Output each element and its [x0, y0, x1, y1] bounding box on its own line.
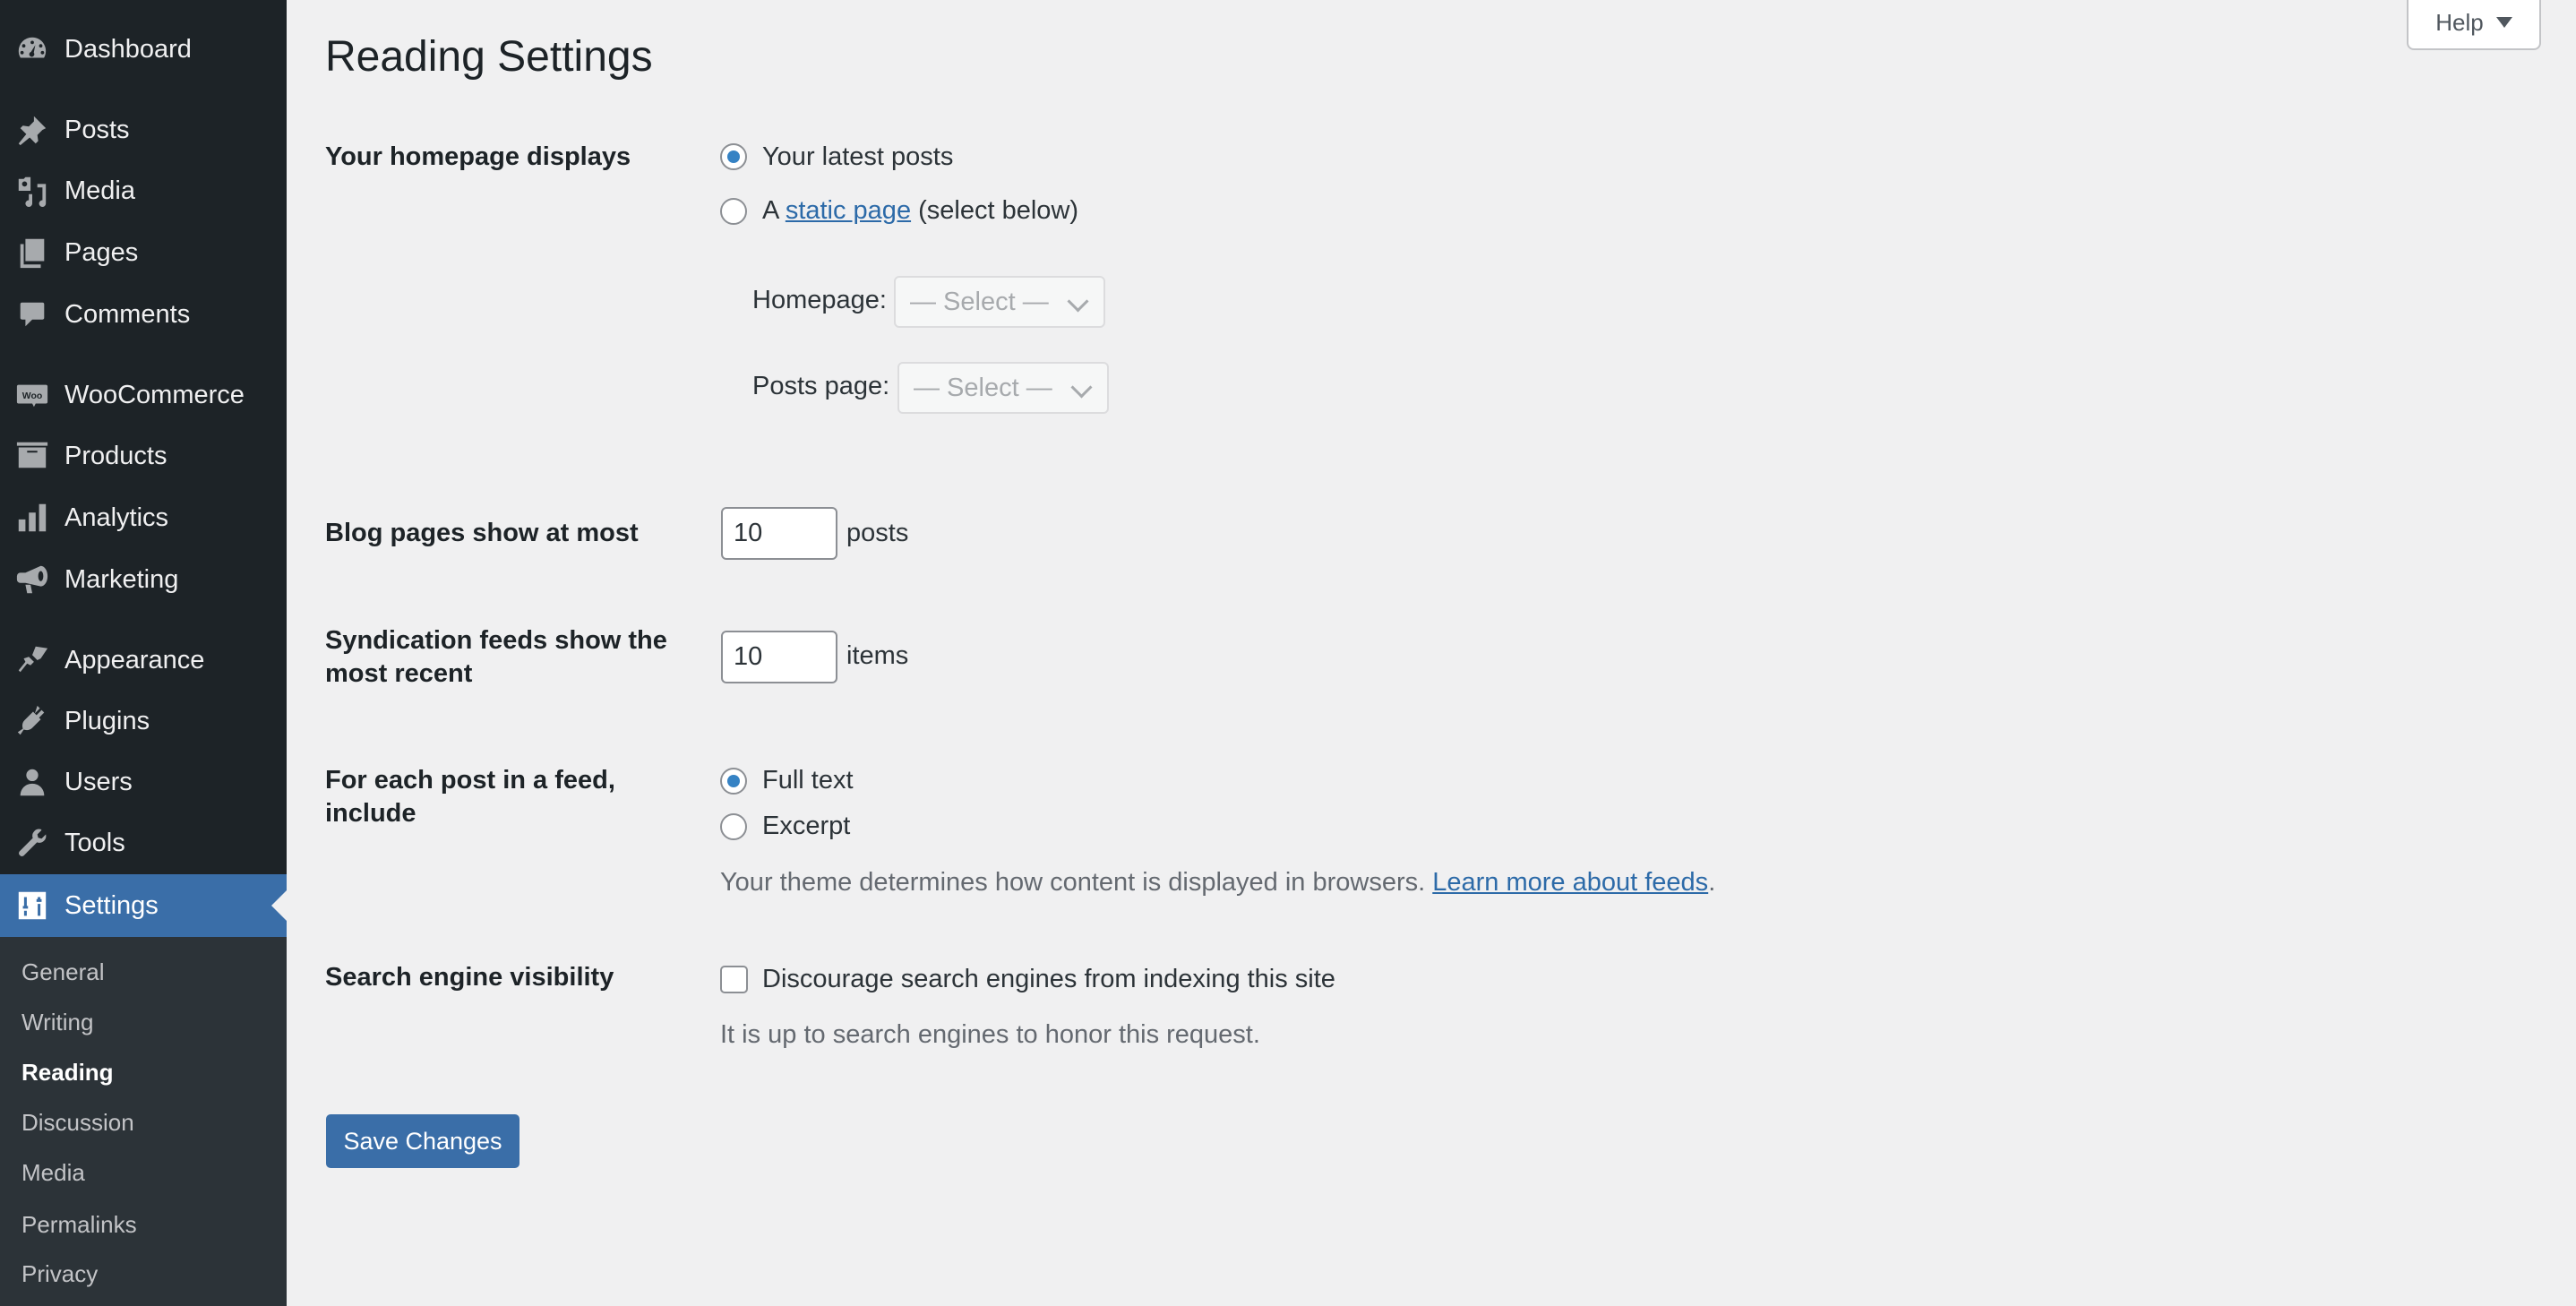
static-page-prefix: A — [762, 196, 778, 225]
submenu-item-reading[interactable]: Reading — [21, 1059, 114, 1087]
sidebar-item-woocommerce[interactable]: Woo WooCommerce — [0, 365, 287, 425]
save-changes-button[interactable]: Save Changes — [326, 1114, 519, 1168]
feed-description-suffix: . — [1708, 868, 1716, 897]
svg-text:Woo: Woo — [22, 391, 42, 401]
sidebar-item-label: Dashboard — [64, 34, 192, 64]
discourage-search-label: Discourage search engines from indexing … — [762, 965, 1335, 993]
search-visibility-label: Search engine visibility — [325, 963, 614, 992]
bar-chart-icon — [14, 500, 50, 536]
search-visibility-note: It is up to search engines to honor this… — [720, 1020, 1260, 1049]
caret-down-icon — [2495, 17, 2512, 28]
paintbrush-icon — [14, 642, 50, 678]
sidebar-item-marketing[interactable]: Marketing — [0, 549, 287, 610]
sidebar-item-label: Marketing — [64, 564, 179, 594]
sidebar-item-tools[interactable]: Tools — [0, 812, 287, 873]
learn-more-feeds-link[interactable]: Learn more about feeds — [1432, 868, 1708, 897]
sidebar-item-media[interactable]: Media — [0, 160, 287, 221]
radio-static-page[interactable] — [720, 198, 747, 225]
sidebar-item-label: Tools — [64, 828, 125, 857]
sidebar-item-users[interactable]: Users — [0, 752, 287, 812]
posts-page-select[interactable]: — Select — — [897, 362, 1109, 414]
radio-full-text[interactable] — [720, 768, 747, 795]
sidebar-item-label: Analytics — [64, 503, 169, 532]
pages-icon — [14, 235, 50, 271]
submenu-item-permalinks[interactable]: Permalinks — [21, 1211, 137, 1239]
sidebar-item-label: Settings — [64, 890, 159, 920]
feed-content-label: For each post in a feed, include — [325, 766, 615, 828]
radio-excerpt[interactable] — [720, 813, 747, 840]
homepage-select-label: Homepage: — [752, 286, 887, 314]
syndication-label: Syndication feeds show the most recent — [325, 626, 667, 688]
static-page-label: A static page (select below) — [762, 194, 1078, 228]
radio-latest-posts[interactable] — [720, 143, 747, 170]
page-title: Reading Settings — [325, 33, 653, 81]
sidebar-item-label: Posts — [64, 115, 130, 144]
sidebar-item-label: Comments — [64, 299, 191, 329]
submenu-item-media[interactable]: Media — [21, 1159, 85, 1187]
sidebar-item-label: Appearance — [64, 645, 205, 674]
items-unit-label: items — [846, 641, 909, 670]
homepage-select-value: — Select — — [910, 287, 1049, 316]
discourage-search-checkbox[interactable] — [720, 966, 748, 993]
settings-sliders-icon — [14, 888, 50, 924]
sidebar-item-label: Media — [64, 176, 135, 205]
help-label: Help — [2435, 8, 2484, 36]
excerpt-label: Excerpt — [762, 812, 851, 840]
media-icon — [14, 173, 50, 209]
settings-submenu: General Writing Reading Discussion Media… — [0, 937, 287, 1306]
feed-description: Your theme determines how content is dis… — [720, 866, 1715, 899]
latest-posts-label: Your latest posts — [762, 142, 954, 171]
feed-description-text: Your theme determines how content is dis… — [720, 868, 1426, 897]
user-icon — [14, 764, 50, 800]
sidebar-item-plugins[interactable]: Plugins — [0, 691, 287, 752]
chevron-down-icon — [1067, 290, 1089, 313]
pin-icon — [14, 112, 50, 148]
help-button[interactable]: Help — [2407, 0, 2541, 50]
homepage-displays-label: Your homepage displays — [325, 142, 631, 171]
submenu-item-writing[interactable]: Writing — [21, 1009, 93, 1036]
dashboard-icon — [14, 31, 50, 67]
woo-icon: Woo — [14, 377, 50, 413]
sidebar-item-label: Pages — [64, 237, 139, 267]
posts-page-select-label: Posts page: — [752, 372, 890, 400]
comment-icon — [14, 296, 50, 332]
current-menu-arrow — [271, 890, 287, 921]
archive-icon — [14, 438, 50, 474]
megaphone-icon — [14, 562, 50, 597]
sidebar-item-posts[interactable]: Posts — [0, 99, 287, 160]
sidebar-item-label: Plugins — [64, 706, 150, 735]
sidebar-item-analytics[interactable]: Analytics — [0, 487, 287, 548]
admin-sidebar: Dashboard Posts Media Pages Comments Woo… — [0, 0, 287, 1306]
sidebar-item-label: Products — [64, 441, 167, 470]
chevron-down-icon — [1070, 376, 1093, 399]
sidebar-item-pages[interactable]: Pages — [0, 222, 287, 283]
static-page-link[interactable]: static page — [786, 196, 911, 225]
static-page-suffix: (select below) — [918, 196, 1079, 225]
sidebar-item-settings[interactable]: Settings — [0, 874, 287, 937]
sidebar-item-label: Users — [64, 767, 133, 796]
posts-per-page-input[interactable] — [721, 507, 837, 560]
submenu-item-discussion[interactable]: Discussion — [21, 1109, 134, 1137]
full-text-label: Full text — [762, 766, 854, 795]
sidebar-item-label: WooCommerce — [64, 380, 245, 409]
blog-pages-label: Blog pages show at most — [325, 519, 639, 547]
plug-icon — [14, 703, 50, 739]
wrench-icon — [14, 825, 50, 861]
posts-page-select-value: — Select — — [914, 373, 1052, 402]
sidebar-item-dashboard[interactable]: Dashboard — [0, 19, 287, 80]
sidebar-item-comments[interactable]: Comments — [0, 284, 287, 345]
submenu-item-privacy[interactable]: Privacy — [21, 1260, 98, 1288]
sidebar-item-appearance[interactable]: Appearance — [0, 630, 287, 691]
submenu-item-general[interactable]: General — [21, 958, 105, 986]
sidebar-item-products[interactable]: Products — [0, 425, 287, 486]
posts-unit-label: posts — [846, 519, 909, 547]
feed-items-input[interactable] — [721, 631, 837, 683]
homepage-select[interactable]: — Select — — [894, 276, 1105, 328]
